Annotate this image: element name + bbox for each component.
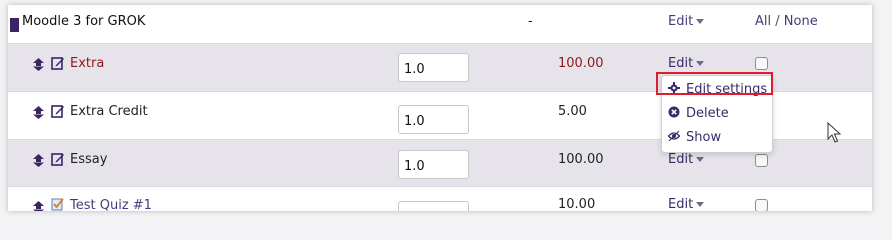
max-grade-input[interactable]: 0.0 [398,201,469,211]
category-title: Moodle 3 for GROK [22,14,146,29]
menu-item-label: Delete [686,106,729,121]
select-separator: / [775,14,780,29]
move-icon[interactable] [32,201,45,211]
grade-value: 5.00 [558,104,587,119]
gradebook-setup-panel: Moodle 3 for GROK - Edit All / None Extr… [8,5,872,211]
move-icon[interactable] [32,154,45,167]
move-icon[interactable] [32,58,45,71]
grade-item-name[interactable]: Essay [70,152,107,167]
category-total: - [528,14,533,29]
edit-item-icon[interactable] [51,152,65,166]
select-all-none: All / None [755,14,818,29]
item-edit-label: Edit [668,152,694,167]
item-edit-menu[interactable]: Edit [668,56,705,71]
move-icon[interactable] [32,106,45,119]
item-edit-label: Edit [668,197,694,211]
select-none-link[interactable]: None [784,14,818,29]
menu-item-delete[interactable]: Delete [668,106,729,121]
item-edit-menu[interactable]: Edit [668,152,705,167]
menu-item-label: Show [686,130,722,145]
max-grade-input[interactable]: 1.0 [398,105,469,134]
edit-item-icon[interactable] [51,56,65,70]
select-checkbox[interactable] [755,57,768,70]
category-edit-menu[interactable]: Edit [668,14,705,29]
chevron-down-icon [696,19,705,24]
delete-icon [668,106,680,118]
max-grade-input[interactable]: 1.0 [398,53,469,82]
chevron-down-icon [696,202,705,207]
category-edit-label: Edit [668,14,694,29]
menu-item-show[interactable]: Show [668,130,721,145]
item-edit-label: Edit [668,56,694,71]
grade-value: 10.00 [558,197,596,211]
grade-item-name[interactable]: Extra Credit [70,104,148,119]
grade-item-name[interactable]: Test Quiz #1 [70,198,152,211]
item-edit-menu[interactable]: Edit [668,197,705,211]
grade-item-name[interactable]: Extra [70,56,104,71]
edit-settings-highlight [656,72,773,95]
eye-icon [668,130,680,142]
quiz-icon [51,198,64,211]
chevron-down-icon [696,61,705,66]
mouse-pointer-icon [827,122,841,143]
grade-item-row: Test Quiz #1 0.0 10.00 Edit [8,186,872,211]
edit-item-icon[interactable] [51,104,65,118]
category-row: Moodle 3 for GROK - Edit All / None [8,5,872,43]
max-grade-input[interactable]: 1.0 [398,150,469,179]
chevron-down-icon [696,157,705,162]
select-checkbox[interactable] [755,154,768,167]
grade-value: 100.00 [558,56,604,71]
grade-value: 100.00 [558,152,604,167]
category-folder-icon [10,18,19,32]
select-all-link[interactable]: All [755,14,771,29]
select-checkbox[interactable] [755,199,768,211]
